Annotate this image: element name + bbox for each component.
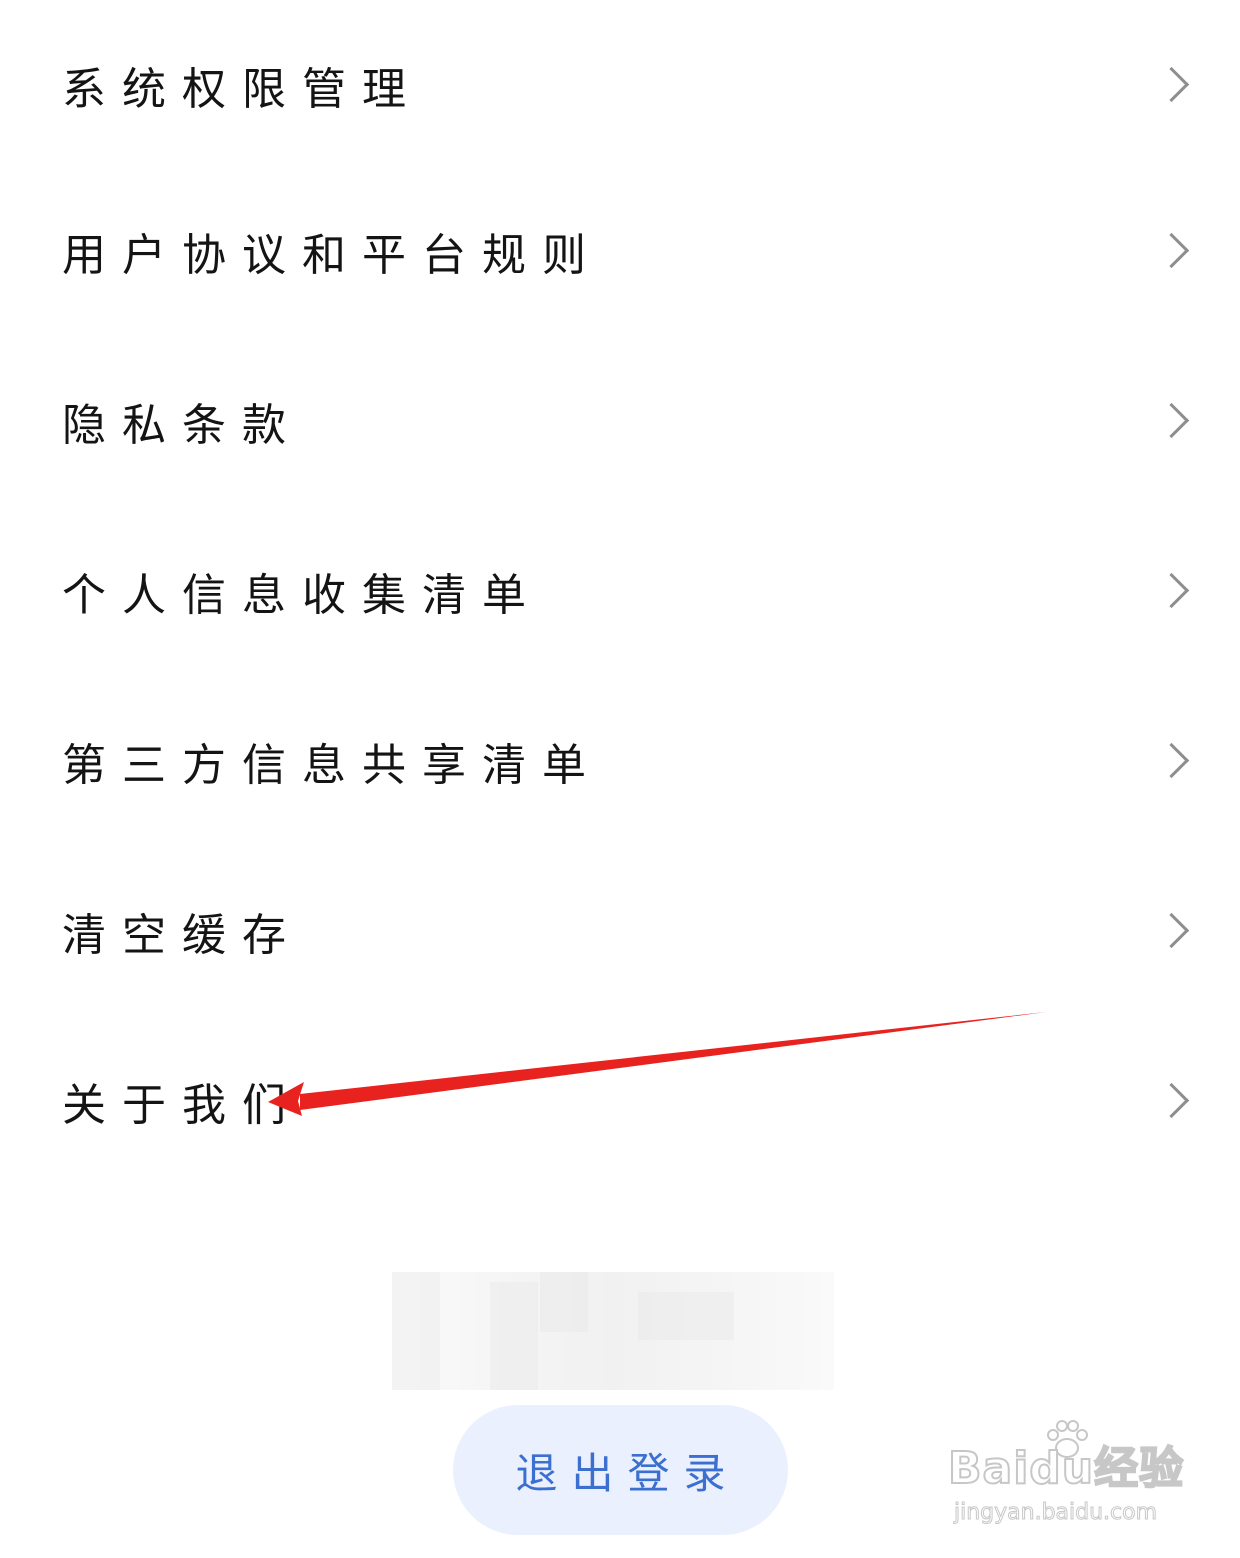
chevron-right-icon bbox=[1153, 1082, 1190, 1119]
menu-item-label: 用户协议和平台规则 bbox=[62, 230, 602, 281]
redacted-cell bbox=[490, 1282, 538, 1390]
redacted-cell bbox=[638, 1292, 734, 1340]
watermark-url: jingyan.baidu.com bbox=[953, 1500, 1158, 1526]
chevron-right-icon bbox=[1153, 912, 1190, 949]
menu-item-third-party-sharing[interactable]: 第三方信息共享清单 bbox=[0, 676, 1240, 846]
menu-item-system-permissions[interactable]: 系统权限管理 bbox=[0, 0, 1240, 170]
chevron-right-icon bbox=[1153, 232, 1190, 269]
redacted-cell bbox=[540, 1272, 588, 1332]
menu-item-privacy-terms[interactable]: 隐私条款 bbox=[0, 336, 1240, 506]
baidu-watermark: Baidu经验 jingyan.baidu.com bbox=[947, 1420, 1188, 1537]
menu-item-user-agreement[interactable]: 用户协议和平台规则 bbox=[0, 166, 1240, 336]
menu-item-label: 关于我们 bbox=[62, 1080, 302, 1131]
redacted-cell bbox=[392, 1272, 440, 1390]
menu-item-label: 隐私条款 bbox=[62, 400, 302, 451]
menu-item-clear-cache[interactable]: 清空缓存 bbox=[0, 846, 1240, 1016]
logout-label: 退出登录 bbox=[515, 1448, 740, 1498]
menu-item-personal-info-list[interactable]: 个人信息收集清单 bbox=[0, 506, 1240, 676]
chevron-right-icon bbox=[1153, 742, 1190, 779]
watermark-brand: Baidu经验 bbox=[947, 1442, 1185, 1495]
chevron-right-icon bbox=[1153, 572, 1190, 609]
chevron-right-icon bbox=[1153, 402, 1190, 439]
menu-item-label: 个人信息收集清单 bbox=[62, 570, 542, 621]
menu-item-about-us[interactable]: 关于我们 bbox=[0, 1016, 1240, 1186]
menu-item-label: 第三方信息共享清单 bbox=[62, 740, 602, 791]
logout-button[interactable]: 退出登录 bbox=[453, 1405, 788, 1535]
menu-item-label: 清空缓存 bbox=[62, 910, 302, 961]
redacted-area bbox=[392, 1272, 834, 1390]
menu-item-label: 系统权限管理 bbox=[62, 64, 422, 115]
chevron-right-icon bbox=[1153, 66, 1190, 103]
